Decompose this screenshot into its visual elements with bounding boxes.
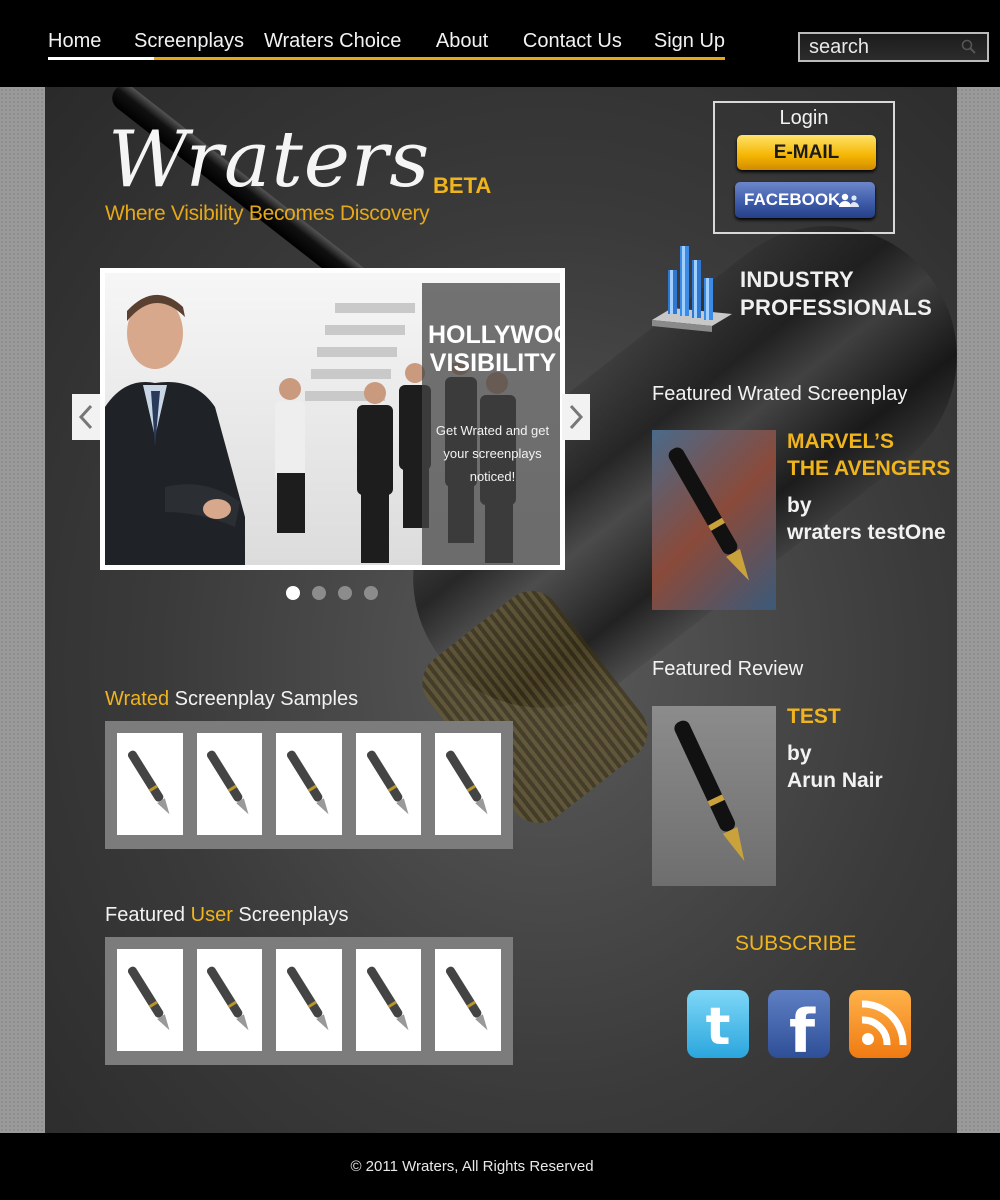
sample-screenplay-thumbnail[interactable] [355,733,422,835]
facebook-icon[interactable]: f [768,990,830,1067]
featured-screenplay-byline: by wraters testOne [787,492,946,546]
search-box [798,32,989,62]
industry-line1: INDUSTRY [740,267,855,292]
slider-dot-2[interactable] [312,586,326,600]
samples-heading: Wrated Screenplay Samples [105,688,358,711]
user-screenplays-heading: Featured User Screenplays [105,904,348,927]
svg-text:f: f [789,997,816,1058]
slide-text: Get Wrated and get your screenplays noti… [435,423,550,484]
pen-image [668,447,749,581]
nav-sign-up[interactable]: Sign Up [654,28,725,54]
chevron-left-icon [78,404,93,430]
nav-about[interactable]: About [436,28,523,54]
people-icon [839,193,859,207]
user-screenplays-thumbnail-row [105,937,513,1065]
main-nav: Home Screenplays Wraters Choice About Co… [48,28,725,60]
login-box: Login E-MAIL FACEBOOK [713,101,895,234]
slider-dot-1[interactable] [286,586,300,600]
nav-home[interactable]: Home [48,28,154,60]
svg-text:t: t [706,997,731,1057]
user-screenplays-prefix: Featured [105,904,186,926]
hero-slider[interactable]: HOLLYWOOD VISIBILITY Get Wrated and get … [100,268,565,570]
featured-screenplay-by: by [787,494,812,517]
slider-dot-4[interactable] [364,586,378,600]
twitter-icon[interactable]: t [687,990,749,1058]
top-nav-bar: Home Screenplays Wraters Choice About Co… [0,0,1000,87]
site-tagline: Where Visibility Becomes Discovery [105,202,430,225]
featured-screenplay-author[interactable]: wraters testOne [787,519,946,546]
pen-image [366,750,409,815]
featured-review-image[interactable] [652,706,776,886]
login-title: Login [779,107,829,129]
featured-review-by: by [787,742,812,765]
featured-review-title[interactable]: TEST [787,703,841,730]
user-screenplays-highlight: User [190,904,233,926]
search-input[interactable] [809,35,959,59]
industry-line2: PROFESSIONALS [740,295,933,320]
pen-image [127,750,170,815]
pen-image [207,750,249,815]
user-screenplay-thumbnail[interactable] [196,949,263,1051]
pen-image [366,966,409,1031]
slide-heading-line2: VISIBILITY [429,349,557,377]
pen-image [446,750,488,815]
slider-next-button[interactable] [562,394,590,440]
slide-image: HOLLYWOOD VISIBILITY Get Wrated and get … [105,273,560,565]
nav-screenplays[interactable]: Screenplays [134,28,264,54]
featured-screenplay-title-line2: THE AVENGERS [787,457,951,480]
samples-heading-highlight: Wrated [105,688,170,710]
pen-image [207,966,249,1031]
user-screenplay-thumbnail[interactable] [355,949,422,1051]
featured-review-author[interactable]: Arun Nair [787,767,883,794]
featured-screenplay-title-line1: MARVEL’S [787,430,894,453]
slider-dots [286,586,390,600]
industry-professionals-link[interactable]: INDUSTRY PROFESSIONALS [740,266,932,322]
user-screenplay-thumbnail[interactable] [276,949,342,1051]
email-login-button[interactable]: E-MAIL [737,135,876,170]
pen-image [446,966,488,1031]
samples-heading-rest: Screenplay Samples [174,688,359,710]
samples-thumbnail-row [105,721,513,849]
site-logo[interactable]: Wraters [108,120,430,200]
chevron-right-icon [569,404,584,430]
rss-icon[interactable] [849,990,911,1058]
featured-review-label: Featured Review [652,658,804,680]
slider-prev-button[interactable] [72,394,100,440]
footer: © 2011 Wraters, All Rights Reserved [0,1133,1000,1200]
copyright-text: © 2011 Wraters, All Rights Reserved [350,1158,594,1175]
sample-screenplay-thumbnail[interactable] [117,733,183,835]
bar-chart-icon[interactable] [650,242,734,338]
pen-image [674,720,745,862]
pen-image [286,966,329,1031]
sample-screenplay-thumbnail[interactable] [196,733,263,835]
facebook-login-label: FACEBOOK [744,190,841,209]
pen-image [127,966,170,1031]
facebook-login-button[interactable]: FACEBOOK [735,182,875,218]
sample-screenplay-thumbnail[interactable] [276,733,342,835]
nav-wraters-choice[interactable]: Wraters Choice [264,28,436,54]
subscribe-heading: SUBSCRIBE [735,932,857,955]
slide-caption-panel: HOLLYWOOD VISIBILITY Get Wrated and get … [422,283,560,565]
search-icon[interactable] [961,39,977,55]
slide-heading: HOLLYWOOD VISIBILITY [428,321,560,377]
nav-contact-us[interactable]: Contact Us [523,28,654,54]
slider-dot-3[interactable] [338,586,352,600]
pen-image [286,750,329,815]
logo-beta-badge: BETA [433,173,492,198]
slide-heading-line1: HOLLYWOOD [428,321,560,349]
user-screenplays-suffix: Screenplays [238,904,349,926]
sample-screenplay-thumbnail[interactable] [435,733,501,835]
businessman-image [105,294,245,565]
featured-screenplay-label: Featured Wrated Screenplay [652,383,908,405]
featured-screenplay-title[interactable]: MARVEL’S THE AVENGERS [787,428,950,482]
user-screenplay-thumbnail[interactable] [435,949,501,1051]
featured-screenplay-image[interactable] [652,430,776,610]
featured-review-byline: by Arun Nair [787,740,883,794]
user-screenplay-thumbnail[interactable] [117,949,183,1051]
